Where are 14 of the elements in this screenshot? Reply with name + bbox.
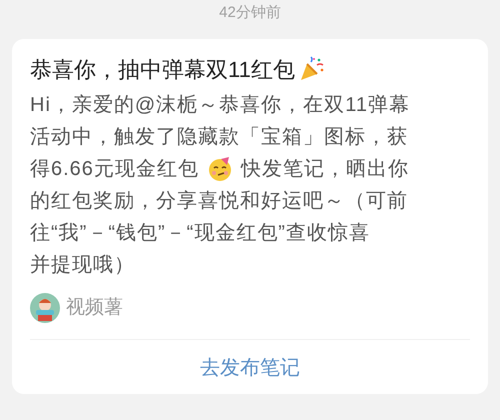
body-text: 活动中，触发了隐藏款「宝箱」图标，获 (30, 125, 408, 150)
card-title: 恭喜你，抽中弹幕双11红包 (30, 56, 295, 84)
body-text: Hi，亲爱的@沫栀～恭喜你，在双11弹幕 (30, 93, 410, 118)
timestamp: 42分钟前 (219, 3, 281, 23)
body-text: 得6.66元现金红包 (30, 157, 199, 182)
party-popper-icon (298, 56, 325, 82)
party-face-icon (206, 156, 233, 182)
publish-note-button[interactable]: 去发布笔记 (200, 354, 300, 382)
body-text: 并提现哦） (30, 253, 135, 278)
avatar (30, 293, 60, 323)
source-name: 视频薯 (66, 296, 123, 320)
body-text: 的红包奖励，分享喜悦和好运吧～（可前 (30, 189, 408, 214)
body-text: 快发笔记，晒出你 (240, 157, 409, 182)
body-text: 往“我”－“钱包”－“现金红包”查收惊喜 (30, 221, 370, 246)
